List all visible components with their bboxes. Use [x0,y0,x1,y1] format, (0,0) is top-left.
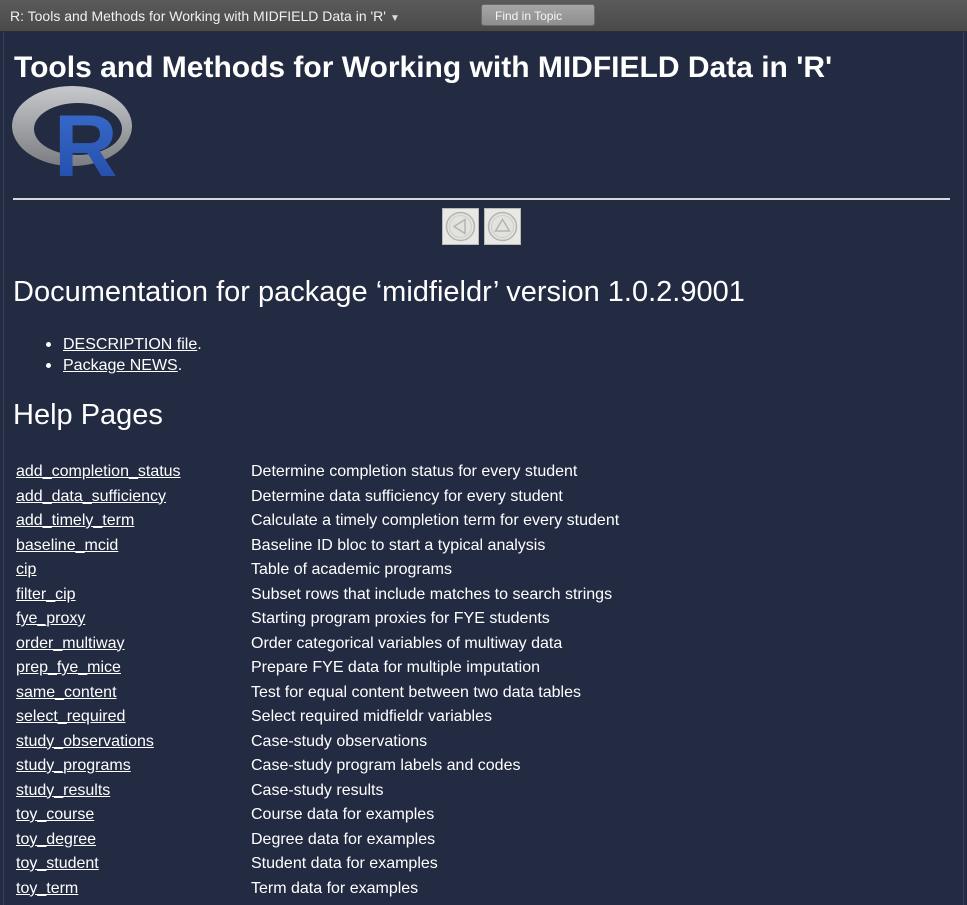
help-page-description: Determine completion status for every st… [251,463,578,480]
help-page-description: Calculate a timely completion term for e… [251,512,620,529]
help-page-description: Case-study observations [251,732,428,750]
find-in-topic-input[interactable]: Find in Topic [481,4,595,26]
help-page-description: Case-study program labels and codes [251,757,521,774]
help-page-description: Prepare FYE data for multiple imputation [251,659,541,676]
help-page-description: Starting program proxies for FYE student… [251,610,550,627]
link-suffix: . [197,336,202,353]
list-item: DESCRIPTION file. [46,334,202,355]
help-page-link[interactable]: filter_cip [16,583,76,607]
help-page-link[interactable]: study_observations [16,730,154,754]
package-links: DESCRIPTION file. Package NEWS. [46,334,202,376]
help-page-link[interactable]: toy_degree [16,828,96,852]
logo-letter: R [54,96,118,180]
help-page-link[interactable]: prep_fye_mice [16,656,121,680]
up-arrow-icon [487,211,518,242]
topic-dropdown[interactable]: R: Tools and Methods for Working with MI… [10,8,400,24]
help-page-link[interactable]: order_multiway [16,632,124,656]
topic-title-text: R: Tools and Methods for Working with MI… [10,8,386,24]
help-page-link[interactable]: add_data_sufficiency [16,485,166,509]
divider [13,198,950,200]
help-page-link[interactable]: toy_term [16,877,78,901]
bullet-icon [46,342,51,347]
help-page-link[interactable]: same_content [16,681,117,705]
help-page-link[interactable]: study_programs [16,754,131,778]
help-page-description: Case-study results [251,781,384,799]
help-page-link[interactable]: select_required [16,705,125,729]
help-page-link[interactable]: add_timely_term [16,509,134,533]
help-page-link[interactable]: toy_student [16,852,99,876]
help-page-description: Table of academic programs [251,561,452,578]
help-page-description: Course data for examples [251,806,435,823]
help-page-description: Select required midfieldr variables [251,708,492,725]
documentation-heading: Documentation for package ‘midfieldr’ ve… [13,276,745,308]
help-page-link[interactable]: toy_course [16,803,94,827]
help-page-link[interactable]: baseline_mcid [16,534,118,558]
description-file-link[interactable]: DESCRIPTION file [63,336,197,353]
help-pages-heading: Help Pages [13,399,163,431]
help-page-description: Determine data sufficiency for every stu… [251,487,563,505]
package-news-link[interactable]: Package NEWS [63,357,178,374]
back-button[interactable] [442,208,479,245]
link-suffix: . [177,357,183,374]
up-button[interactable] [484,208,521,245]
list-item: Package NEWS. [46,355,202,376]
r-logo: R [12,86,132,180]
help-page-link[interactable]: fye_proxy [16,607,85,631]
chevron-down-icon: ▼ [389,13,400,24]
help-toolbar: R: Tools and Methods for Working with MI… [0,0,967,32]
help-page-description: Degree data for examples [251,830,436,848]
help-page-link[interactable]: cip [16,558,36,582]
left-arrow-icon [445,211,476,242]
help-page-description: Order categorical variables of multiway … [251,634,563,652]
bullet-icon [46,363,51,368]
help-page-description: Term data for examples [251,879,419,897]
page-title: Tools and Methods for Working with MIDFI… [14,51,833,84]
help-page-description: Subset rows that include matches to sear… [251,585,613,603]
help-page-description: Student data for examples [251,855,438,872]
help-page-description: Test for equal content between two data … [251,683,581,701]
help-page-description: Baseline ID bloc to start a typical anal… [251,536,546,554]
help-page-link[interactable]: add_completion_status [16,460,181,484]
help-page-link[interactable]: study_results [16,779,110,803]
